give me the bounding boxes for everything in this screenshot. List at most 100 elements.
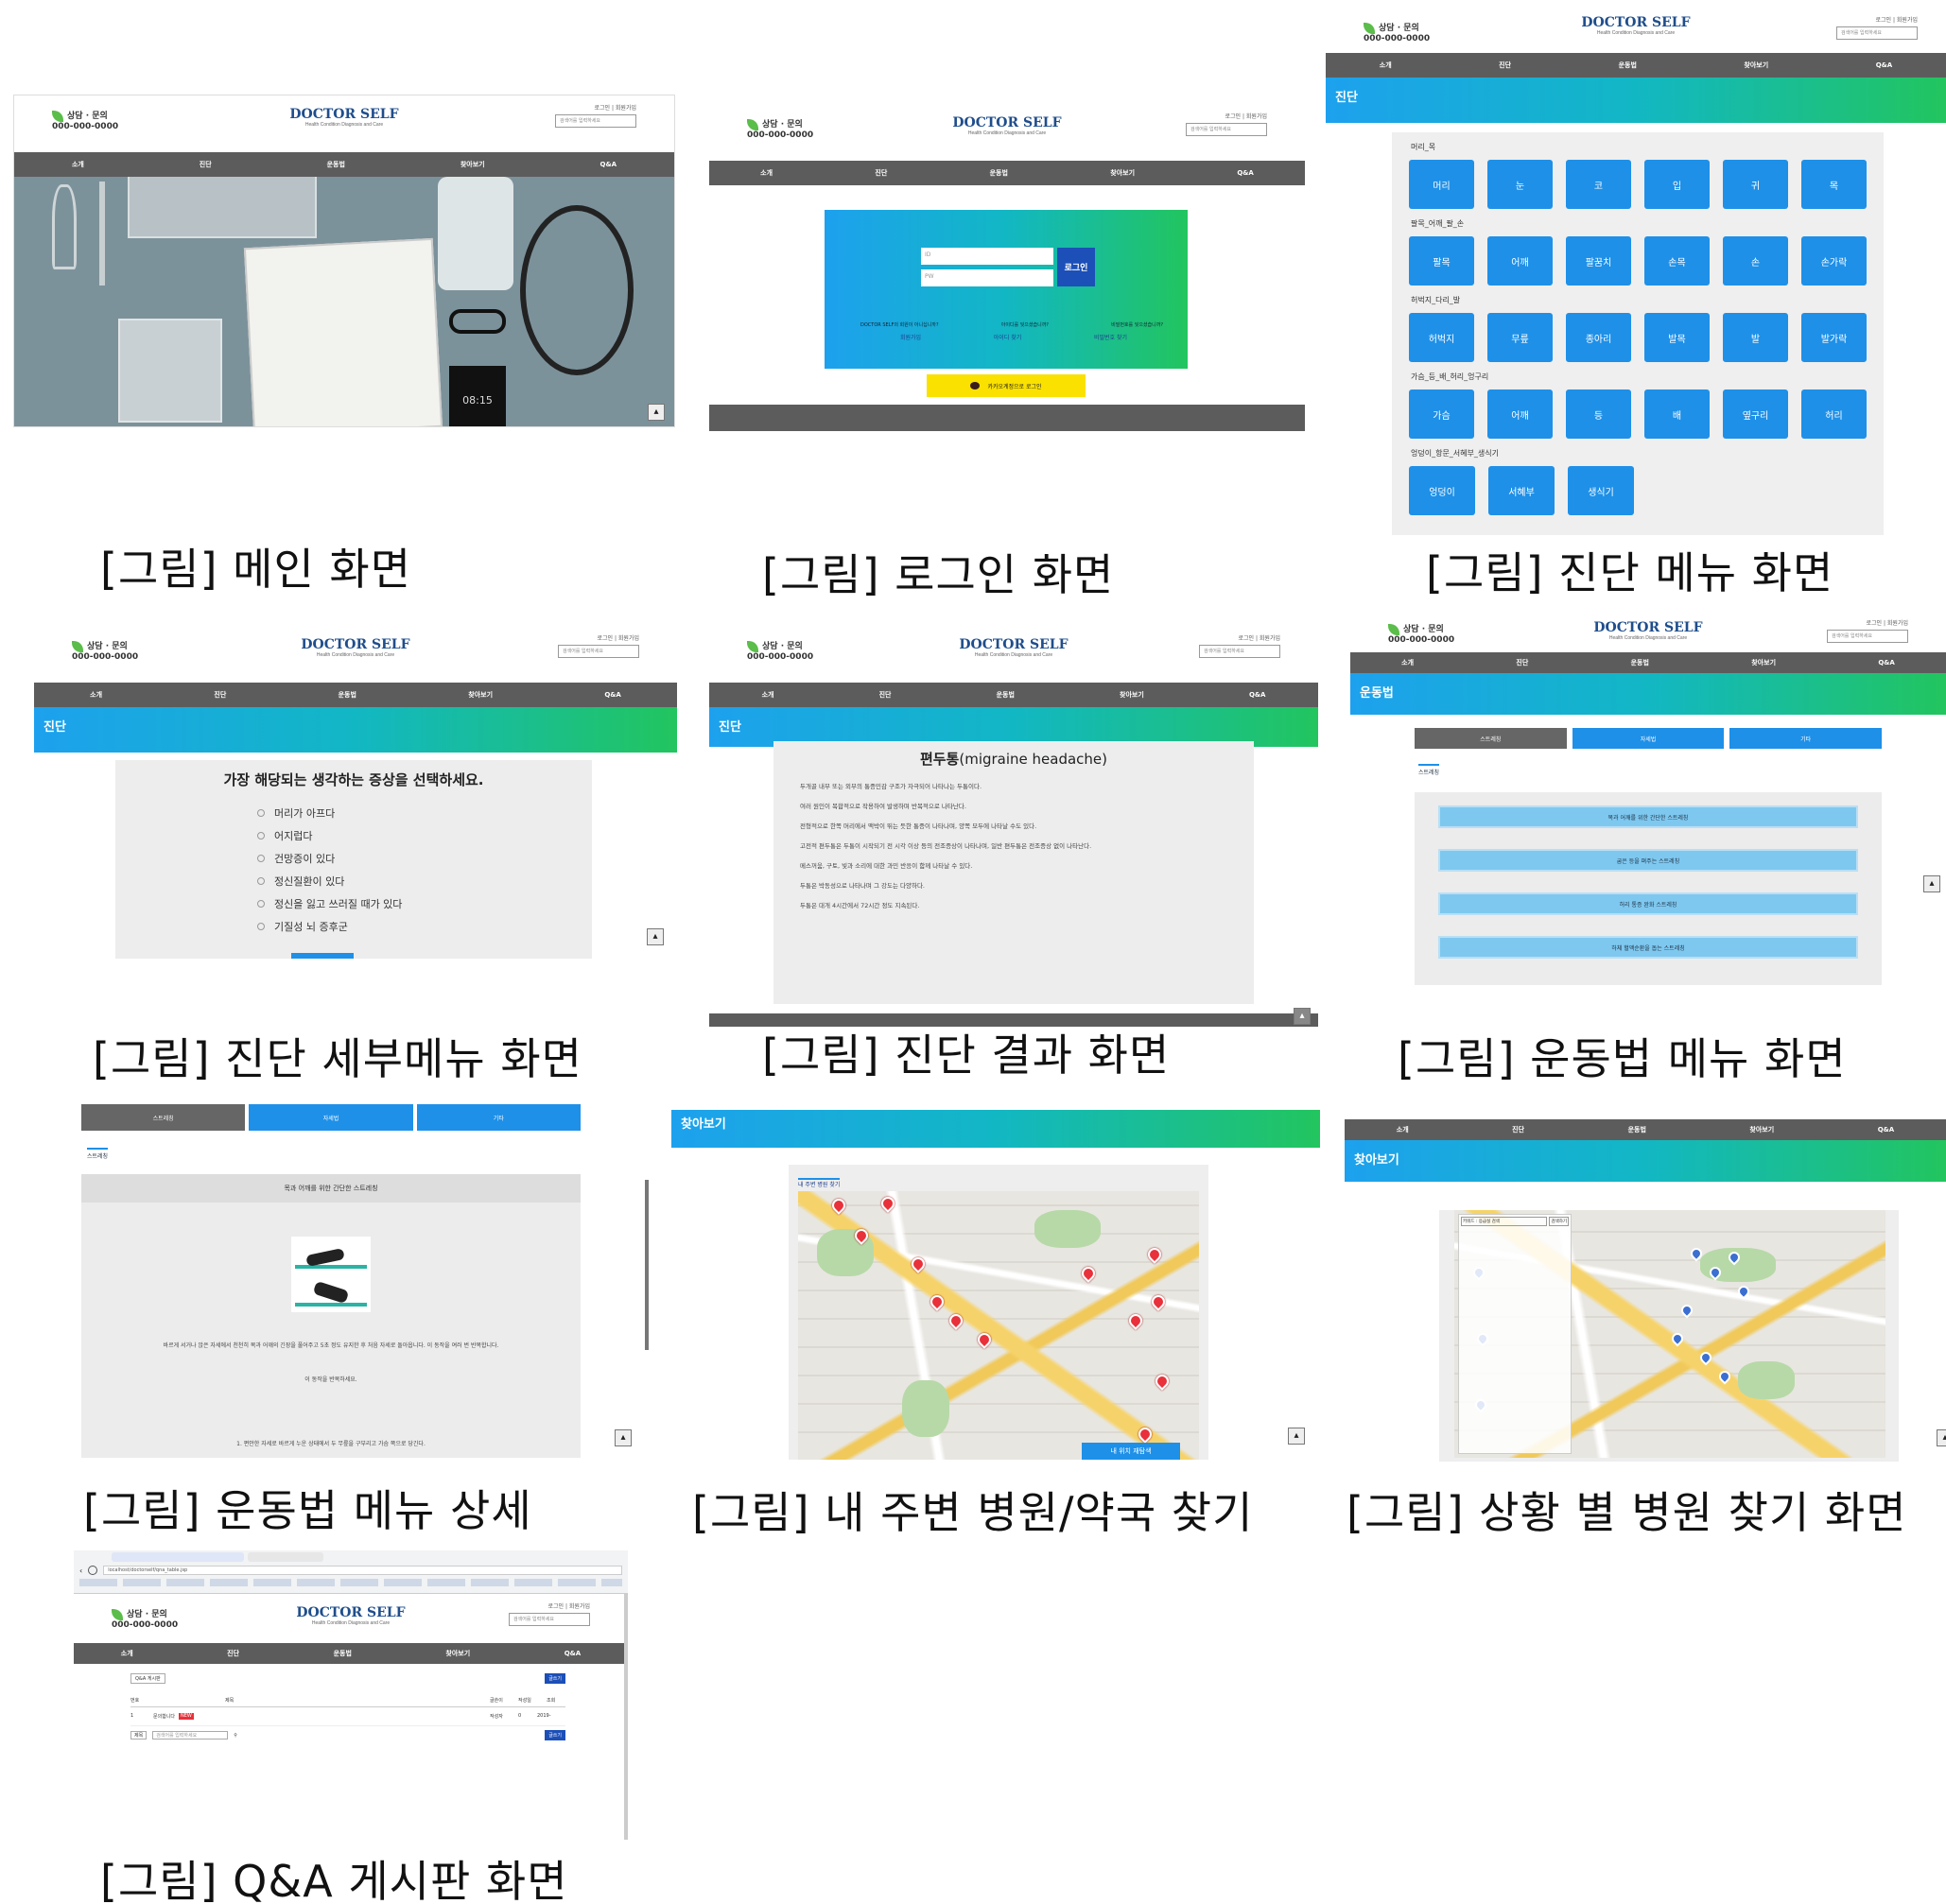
part-button[interactable]: 생식기 xyxy=(1568,466,1634,515)
nav-search[interactable]: 찾아보기 xyxy=(1120,690,1144,700)
radio-icon[interactable] xyxy=(257,900,265,908)
login-signup-link[interactable]: 로그인 | 회원가입 xyxy=(548,1603,590,1610)
keyword-search-button[interactable]: 검색하기 xyxy=(1549,1217,1569,1226)
symptom-option[interactable]: 건망증이 있다 xyxy=(257,848,592,871)
part-button[interactable]: 등 xyxy=(1566,389,1631,439)
url-field[interactable]: localhost/doctorself/qna_table.jsp xyxy=(103,1566,622,1575)
browser-tab[interactable] xyxy=(248,1552,323,1562)
nav-search[interactable]: 찾아보기 xyxy=(460,160,485,169)
relocate-button[interactable]: 내 위치 재탐색 xyxy=(1082,1443,1180,1460)
nav-diagnosis[interactable]: 진단 xyxy=(227,1649,239,1658)
find-id-link[interactable]: 아이디 찾기 xyxy=(994,333,1022,341)
hospital-marker-icon[interactable] xyxy=(975,1330,994,1349)
part-button[interactable]: 손 xyxy=(1723,236,1788,286)
nav-diagnosis[interactable]: 진단 xyxy=(200,160,212,169)
nav-search[interactable]: 찾아보기 xyxy=(468,690,493,700)
login-button[interactable]: 로그인 xyxy=(1057,248,1095,286)
part-button[interactable]: 엉덩이 xyxy=(1409,466,1475,515)
hospital-marker-icon[interactable] xyxy=(1735,1283,1752,1300)
header-search-input[interactable]: 검색어를 입력하세요 xyxy=(1836,26,1918,40)
nav-diagnosis[interactable]: 진단 xyxy=(1512,1125,1524,1134)
hospital-marker-icon[interactable] xyxy=(909,1255,928,1273)
nav-intro[interactable]: 소개 xyxy=(1380,61,1392,70)
nav-qna[interactable]: Q&A xyxy=(600,161,617,168)
scroll-to-top-button[interactable]: ▴ xyxy=(1288,1428,1305,1445)
nav-intro[interactable]: 소개 xyxy=(72,160,84,169)
search-field-select[interactable]: 제목 xyxy=(130,1731,148,1740)
tab-etc[interactable]: 기타 xyxy=(1729,728,1883,749)
header-search-input[interactable]: 검색어를 입력하세요 xyxy=(1186,123,1267,136)
nav-qna[interactable]: Q&A xyxy=(565,1650,581,1657)
scroll-to-top-button[interactable]: ▴ xyxy=(615,1429,632,1446)
browser-tab[interactable] xyxy=(112,1552,244,1562)
part-button[interactable]: 팔목 xyxy=(1409,236,1474,286)
hospital-marker-icon[interactable] xyxy=(1126,1311,1145,1330)
signup-link[interactable]: 회원가입 xyxy=(900,333,921,341)
nav-search[interactable]: 찾아보기 xyxy=(1110,168,1135,178)
nav-search[interactable]: 찾아보기 xyxy=(1744,61,1768,70)
tab-etc[interactable]: 기타 xyxy=(416,1104,581,1131)
board-search-input[interactable]: 검색어를 입력하세요 xyxy=(152,1731,229,1740)
scrollbar[interactable] xyxy=(645,1180,649,1350)
scroll-to-top-button[interactable]: ▴ xyxy=(1923,875,1940,892)
exercise-item[interactable]: 하체 혈액순환을 돕는 스트레칭 xyxy=(1438,936,1858,959)
nav-exercise[interactable]: 운동법 xyxy=(339,690,356,700)
nav-qna[interactable]: Q&A xyxy=(1237,169,1253,177)
hospital-marker-icon[interactable] xyxy=(1716,1368,1733,1385)
part-button[interactable]: 목 xyxy=(1801,160,1867,209)
part-button[interactable]: 배 xyxy=(1644,389,1710,439)
part-button[interactable]: 발목 xyxy=(1644,313,1710,362)
find-pw-link[interactable]: 비밀번호 찾기 xyxy=(1094,333,1127,341)
hospital-marker-icon[interactable] xyxy=(1149,1292,1168,1311)
nav-qna[interactable]: Q&A xyxy=(1878,1126,1894,1134)
header-search-input[interactable]: 검색어를 입력하세요 xyxy=(1199,645,1280,658)
part-button[interactable]: 손가락 xyxy=(1801,236,1867,286)
exercise-item[interactable]: 목과 어깨를 위한 간단한 스트레칭 xyxy=(1438,805,1858,828)
hospital-marker-icon[interactable] xyxy=(947,1311,965,1330)
scrollbar[interactable] xyxy=(624,1594,628,1840)
nav-exercise[interactable]: 운동법 xyxy=(1619,61,1637,70)
nav-exercise[interactable]: 운동법 xyxy=(334,1649,352,1658)
exercise-item[interactable]: 허리 통증 완화 스트레칭 xyxy=(1438,892,1858,915)
nav-diagnosis[interactable]: 진단 xyxy=(1516,658,1528,667)
scroll-to-top-button[interactable]: ▴ xyxy=(647,928,664,945)
symptom-option[interactable]: 어지럽다 xyxy=(257,825,592,848)
tab-posture[interactable]: 자세법 xyxy=(249,1104,413,1131)
part-button[interactable]: 허벅지 xyxy=(1409,313,1474,362)
part-button[interactable]: 발 xyxy=(1723,313,1788,362)
radio-icon[interactable] xyxy=(257,809,265,817)
hospital-marker-icon[interactable] xyxy=(928,1292,947,1311)
nav-qna[interactable]: Q&A xyxy=(604,691,620,699)
nav-search[interactable]: 찾아보기 xyxy=(1751,658,1776,667)
submit-button[interactable] xyxy=(291,953,354,959)
map-canvas[interactable]: 내 위치 재탐색 xyxy=(798,1191,1199,1460)
write-button[interactable]: 글쓰기 xyxy=(545,1730,565,1740)
part-button[interactable]: 허리 xyxy=(1801,389,1867,439)
nav-diagnosis[interactable]: 진단 xyxy=(875,168,887,178)
symptom-option[interactable]: 정신질환이 있다 xyxy=(257,871,592,893)
login-signup-link[interactable]: 로그인 | 회원가입 xyxy=(1867,620,1908,627)
part-button[interactable]: 머리 xyxy=(1409,160,1474,209)
search-icon[interactable]: ⚲ xyxy=(234,1733,237,1739)
write-button[interactable]: 글쓰기 xyxy=(545,1673,565,1684)
exercise-item[interactable]: 굽은 등을 펴주는 스트레칭 xyxy=(1438,849,1858,872)
nav-exercise[interactable]: 운동법 xyxy=(1628,1125,1646,1134)
part-button[interactable]: 눈 xyxy=(1487,160,1553,209)
home-icon[interactable] xyxy=(88,1566,98,1575)
nav-qna[interactable]: Q&A xyxy=(1876,61,1892,69)
nav-intro[interactable]: 소개 xyxy=(760,168,773,178)
part-button[interactable]: 어깨 xyxy=(1487,236,1553,286)
part-button[interactable]: 옆구리 xyxy=(1723,389,1788,439)
nav-diagnosis[interactable]: 진단 xyxy=(214,690,226,700)
nav-intro[interactable]: 소개 xyxy=(90,690,102,700)
hospital-marker-icon[interactable] xyxy=(878,1194,897,1213)
part-button[interactable]: 어깨 xyxy=(1487,389,1553,439)
hospital-marker-icon[interactable] xyxy=(1678,1302,1695,1319)
hospital-marker-icon[interactable] xyxy=(1669,1330,1686,1347)
part-button[interactable]: 손목 xyxy=(1644,236,1710,286)
part-button[interactable]: 발가락 xyxy=(1801,313,1867,362)
nav-intro[interactable]: 소개 xyxy=(762,690,774,700)
table-row[interactable]: 1 문의합니다 NEW 작성자 0 2019- xyxy=(130,1707,565,1726)
tab-stretching[interactable]: 스트레칭 xyxy=(81,1104,246,1131)
nav-search[interactable]: 찾아보기 xyxy=(1749,1125,1774,1134)
